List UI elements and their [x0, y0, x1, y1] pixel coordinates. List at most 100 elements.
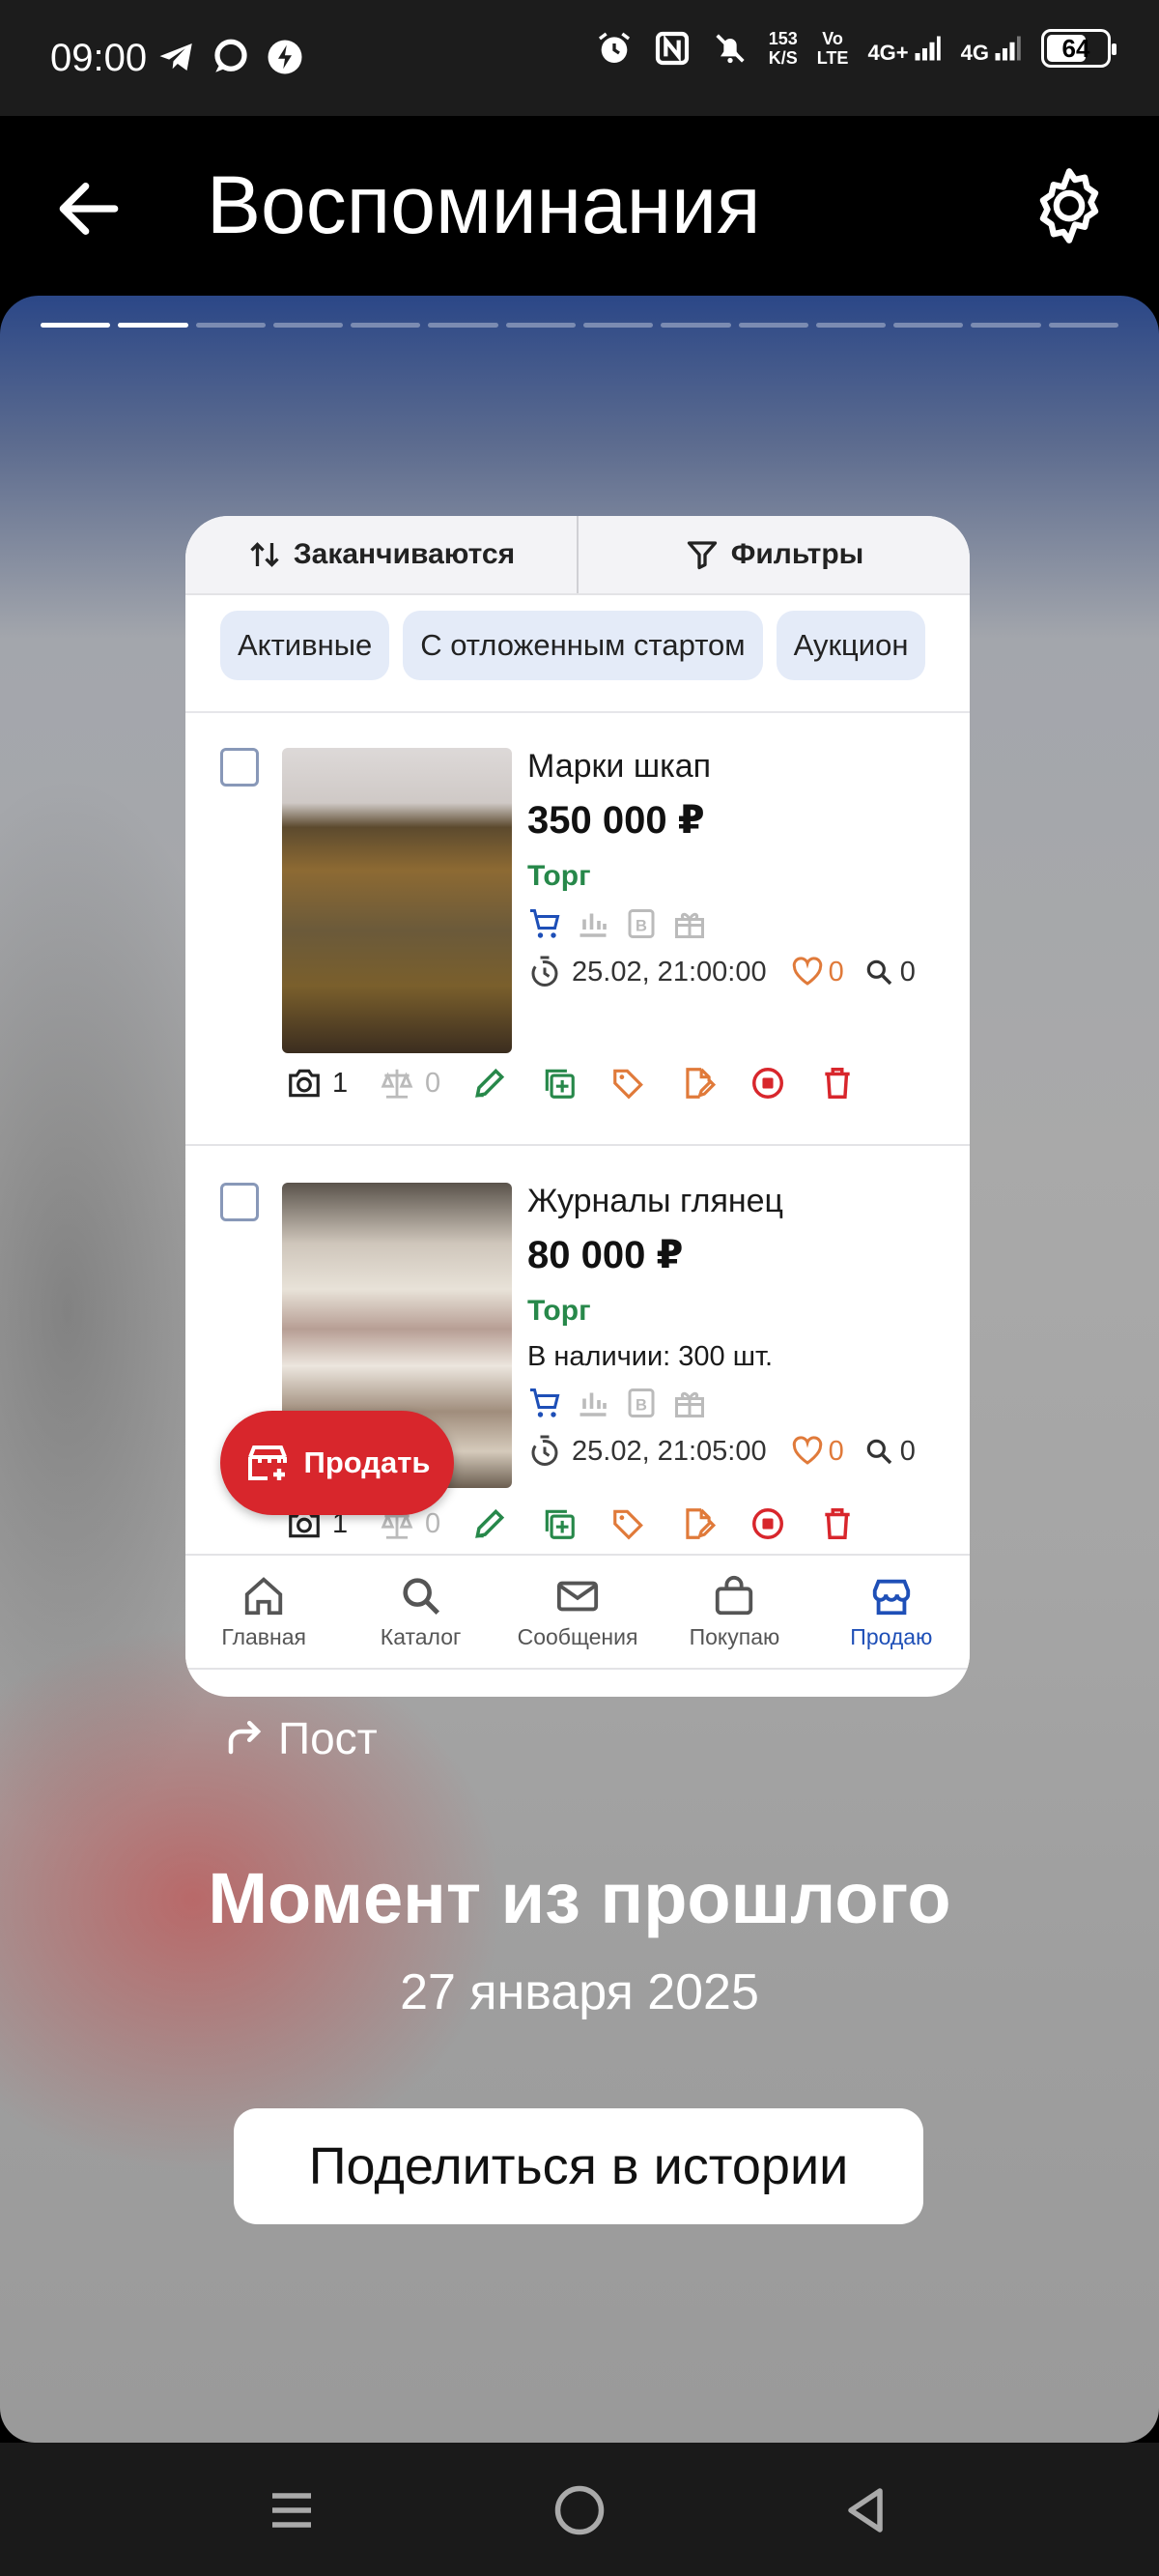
nav-buying[interactable]: Покупаю [656, 1556, 812, 1668]
sell-fab[interactable]: Продать [220, 1411, 454, 1515]
progress-segment [41, 323, 111, 328]
gift-icon [675, 1391, 704, 1417]
memory-title: Момент из прошлого [208, 1858, 951, 1938]
photos-count: 1 [286, 1065, 379, 1102]
back-triangle-icon[interactable] [836, 2481, 894, 2539]
nav-selling[interactable]: Продаю [813, 1556, 970, 1668]
chip-delayed-start[interactable]: С отложенным стартом [403, 611, 763, 680]
signal-icon [915, 36, 941, 61]
delete-button[interactable] [819, 1505, 889, 1542]
status-time: 09:00 [50, 37, 148, 79]
progress-segment [582, 323, 654, 328]
stop-button[interactable] [749, 1065, 819, 1102]
b-badge-icon: B [628, 909, 655, 938]
chip-auction[interactable]: Аукцион [776, 611, 926, 680]
status-chips: Активные С отложенным стартом Аукцион [185, 595, 970, 713]
edit-button[interactable] [471, 1505, 541, 1542]
edit-doc-icon [686, 1508, 717, 1539]
sell-fab-label: Продать [303, 1445, 431, 1479]
stop-icon [752, 1508, 783, 1539]
home-circle-icon[interactable] [551, 2481, 608, 2539]
trash-icon [825, 1508, 850, 1539]
telegram-icon [159, 43, 192, 71]
tag-button[interactable] [610, 1065, 680, 1102]
listing-views: 0 [863, 1436, 916, 1468]
progress-segment [1048, 323, 1118, 328]
progress-segment [428, 323, 498, 328]
pencil-icon [475, 1508, 505, 1538]
back-arrow-icon[interactable] [50, 170, 127, 247]
post-link[interactable]: Пост [224, 1712, 378, 1764]
listing-item[interactable]: Марки шкап 350 000 ₽ Торг B 25.02, 21:00… [185, 715, 970, 1146]
progress-segment [738, 323, 808, 328]
memory-story[interactable]: Заканчиваются Фильтры Активные С отложен… [0, 296, 1159, 2443]
alarm-icon [598, 32, 630, 63]
edit-document-button[interactable] [680, 1065, 749, 1102]
listing-checkbox[interactable] [220, 748, 259, 787]
progress-segment [351, 323, 421, 328]
duplicate-button[interactable] [541, 1505, 610, 1542]
menu-icon[interactable] [263, 2481, 321, 2539]
pencil-icon [475, 1068, 505, 1098]
chip-active[interactable]: Активные [220, 611, 390, 680]
chat-icon [214, 39, 247, 72]
sort-button[interactable]: Заканчиваются [185, 516, 577, 593]
gear-icon[interactable] [1026, 162, 1113, 249]
delete-button[interactable] [819, 1065, 889, 1102]
bottom-nav: Главная Каталог Сообщения Покупаю Продаю [185, 1554, 970, 1670]
trash-icon [825, 1068, 850, 1099]
edit-document-button[interactable] [680, 1505, 749, 1542]
filter-label: Фильтры [730, 538, 864, 570]
story-progress [41, 323, 1118, 329]
share-to-story-button[interactable]: Поделиться в истории [234, 2108, 923, 2224]
nav-home[interactable]: Главная [185, 1556, 342, 1668]
tag-icon [613, 1509, 643, 1540]
scales-icon [381, 1069, 413, 1099]
listing-end-time: 25.02, 21:00:00 [572, 956, 767, 987]
listing-meta: 25.02, 21:05:00 0 0 [527, 1434, 916, 1469]
progress-segment [971, 323, 1041, 328]
listing-stock: В наличии: 300 шт. [527, 1341, 774, 1372]
stop-icon [752, 1068, 783, 1099]
duplicate-button[interactable] [541, 1065, 610, 1102]
stop-button[interactable] [749, 1505, 819, 1542]
mute-icon [716, 34, 745, 64]
listing-likes: 0 [790, 955, 844, 989]
status-bar: 09:00 153 K/S Vo LTE 4G+ 4G 64 [0, 0, 1159, 116]
listing-price: 80 000 ₽ [527, 1234, 684, 1276]
nfc-icon [655, 31, 689, 66]
memory-date: 27 января 2025 [400, 1964, 759, 2020]
sort-arrows-icon [250, 542, 279, 567]
status-right: 153 K/S Vo LTE 4G+ 4G 64 [595, 29, 1117, 68]
edit-button[interactable] [471, 1065, 541, 1102]
listing-actions: 1 0 [286, 1065, 889, 1102]
app-bar: Воспоминания [0, 116, 1159, 296]
svg-text:B: B [636, 918, 647, 935]
progress-segment [195, 323, 266, 328]
auction-icon [580, 913, 607, 937]
listing-price: 350 000 ₽ [527, 799, 705, 842]
listing-checkbox[interactable] [220, 1183, 259, 1221]
post-label: Пост [278, 1713, 378, 1763]
tag-button[interactable] [610, 1505, 680, 1542]
nav-catalog[interactable]: Каталог [342, 1556, 498, 1668]
store-add-icon [247, 1445, 287, 1480]
sim2-signal: 4G [961, 34, 1022, 64]
filter-button[interactable]: Фильтры [577, 516, 970, 593]
nav-messages[interactable]: Сообщения [499, 1556, 656, 1668]
listing-views: 0 [863, 957, 916, 988]
listing-end-time: 25.02, 21:05:00 [572, 1435, 767, 1467]
sort-label: Заканчиваются [293, 538, 516, 570]
search-icon [403, 1577, 439, 1615]
listing-bargain: Торг [527, 1295, 591, 1327]
progress-segment [272, 323, 344, 328]
store-icon [872, 1579, 910, 1615]
listing-title: Марки шкап [527, 748, 712, 785]
share-arrow-icon [228, 1720, 262, 1755]
heart-icon [792, 957, 822, 986]
search-icon [866, 959, 891, 986]
progress-segment [661, 323, 731, 328]
bag-icon [716, 1575, 753, 1615]
search-icon [866, 1439, 891, 1465]
signal-icon [995, 36, 1021, 61]
